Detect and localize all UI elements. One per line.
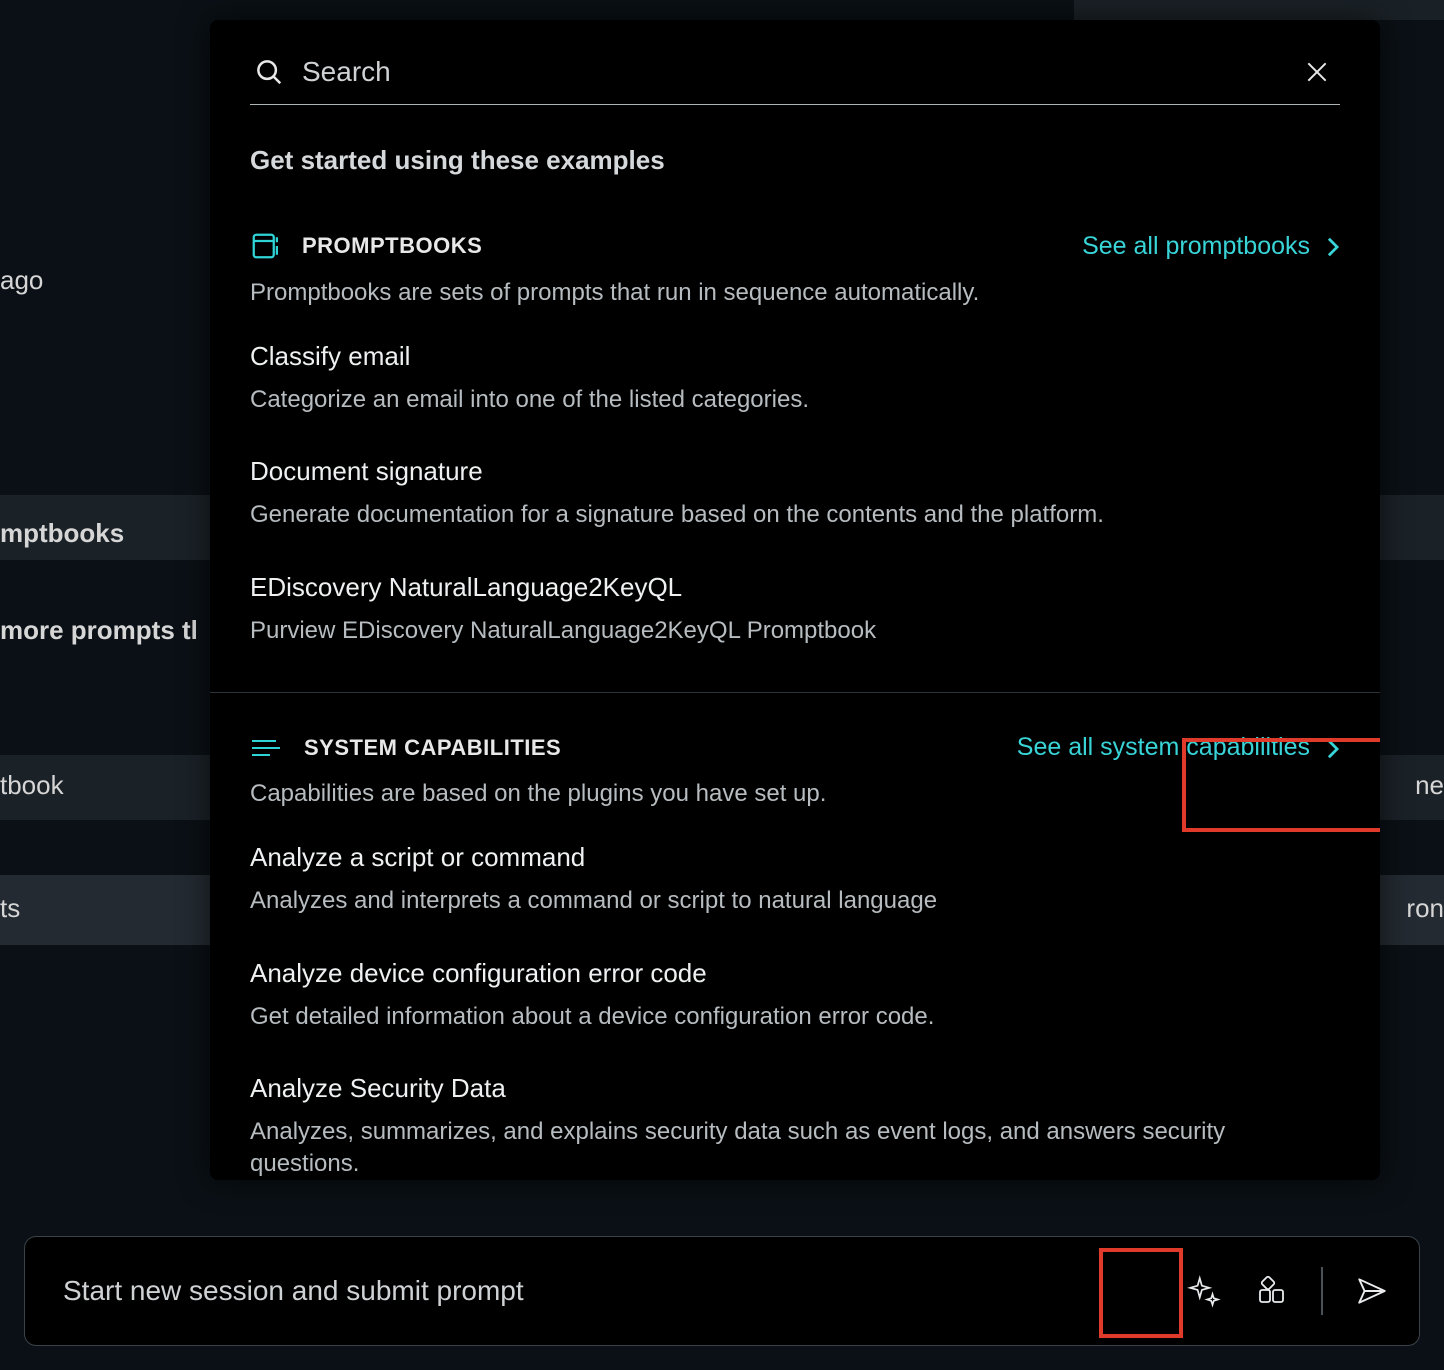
item-desc: Analyzes, summarizes, and explains secur… (250, 1116, 1340, 1180)
item-title: Analyze Security Data (250, 1073, 1340, 1104)
item-desc: Analyzes and interprets a command or scr… (250, 885, 1340, 917)
item-desc: Get detailed information about a device … (250, 1001, 1340, 1033)
promptbook-item[interactable]: Classify email Categorize an email into … (250, 341, 1340, 416)
item-title: Analyze a script or command (250, 842, 1340, 873)
bg-text-ts: ts (0, 893, 20, 924)
search-input[interactable] (302, 56, 1286, 88)
bg-text-more-prompts: more prompts tl (0, 615, 198, 646)
see-all-promptbooks-link[interactable]: See all promptbooks (1082, 232, 1340, 261)
chevron-right-icon (1326, 236, 1340, 258)
capabilities-label: SYSTEM CAPABILITIES (304, 735, 561, 761)
book-icon (250, 231, 280, 261)
item-desc: Categorize an email into one of the list… (250, 384, 1340, 416)
promptbook-item[interactable]: Document signature Generate documentatio… (250, 456, 1340, 531)
send-icon (1355, 1274, 1389, 1308)
promptbooks-desc: Promptbooks are sets of prompts that run… (250, 279, 1340, 307)
search-icon (254, 57, 284, 87)
close-icon[interactable] (1304, 59, 1330, 85)
section-divider (210, 692, 1380, 693)
bg-text-ron: ron (1406, 893, 1444, 924)
capabilities-section-head: SYSTEM CAPABILITIES See all system capab… (250, 733, 1340, 762)
see-all-capabilities-text: See all system capabilities (1017, 733, 1310, 762)
bg-text-ne: ne (1415, 770, 1444, 801)
list-icon (250, 736, 282, 760)
intro-heading: Get started using these examples (250, 145, 1340, 176)
bg-text-ago: ago (0, 265, 43, 296)
sparkle-button[interactable] (1175, 1262, 1233, 1320)
bg-text-mptbooks: mptbooks (0, 518, 124, 549)
capability-item[interactable]: Analyze Security Data Analyzes, summariz… (250, 1073, 1340, 1180)
item-desc: Purview EDiscovery NaturalLanguage2KeyQL… (250, 615, 1340, 647)
sparkle-icon (1187, 1274, 1221, 1308)
see-all-capabilities-link[interactable]: See all system capabilities (1017, 733, 1340, 762)
prompt-bar-actions (1175, 1262, 1401, 1320)
item-title: Document signature (250, 456, 1340, 487)
separator (1321, 1267, 1323, 1315)
search-row (250, 50, 1340, 105)
see-all-promptbooks-text: See all promptbooks (1082, 232, 1310, 261)
promptbooks-items: Classify email Categorize an email into … (250, 341, 1340, 647)
promptbook-item[interactable]: EDiscovery NaturalLanguage2KeyQL Purview… (250, 572, 1340, 647)
prompt-input[interactable] (63, 1275, 1175, 1307)
prompt-bar (24, 1236, 1420, 1346)
item-title: EDiscovery NaturalLanguage2KeyQL (250, 572, 1340, 603)
promptbooks-label: PROMPTBOOKS (302, 233, 482, 259)
capability-item[interactable]: Analyze device configuration error code … (250, 958, 1340, 1033)
item-title: Analyze device configuration error code (250, 958, 1340, 989)
bg-text-tbook: tbook (0, 770, 64, 801)
capabilities-items: Analyze a script or command Analyzes and… (250, 842, 1340, 1180)
capabilities-desc: Capabilities are based on the plugins yo… (250, 780, 1340, 808)
bg-header-strip (1074, 0, 1444, 20)
apps-icon (1256, 1275, 1288, 1307)
chevron-right-icon (1326, 738, 1340, 760)
item-title: Classify email (250, 341, 1340, 372)
prompt-library-panel: Get started using these examples PROMPTB… (210, 20, 1380, 1180)
apps-button[interactable] (1243, 1262, 1301, 1320)
send-button[interactable] (1343, 1262, 1401, 1320)
promptbooks-section-head: PROMPTBOOKS See all promptbooks (250, 231, 1340, 261)
item-desc: Generate documentation for a signature b… (250, 499, 1340, 531)
capability-item[interactable]: Analyze a script or command Analyzes and… (250, 842, 1340, 917)
